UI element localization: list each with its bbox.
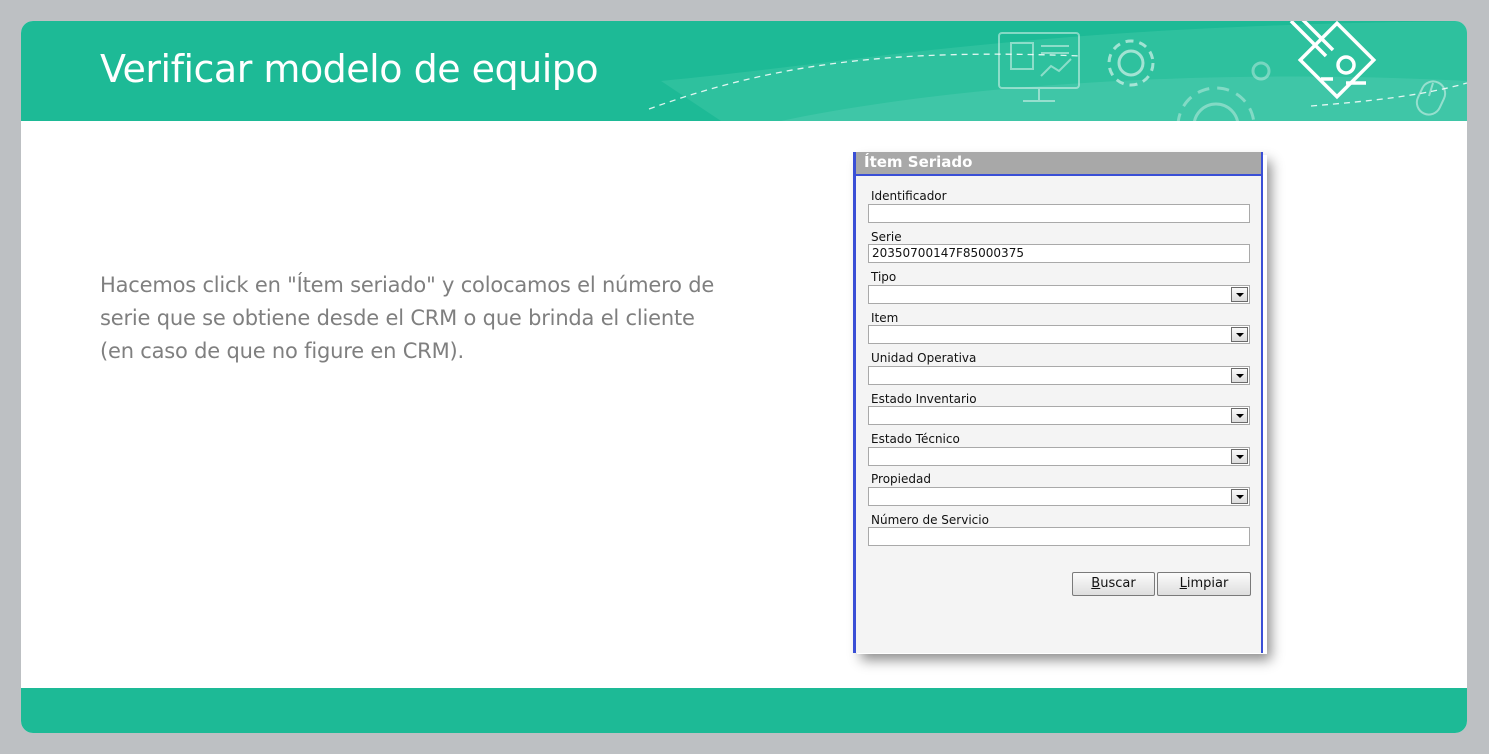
chevron-down-icon[interactable] xyxy=(1231,287,1248,302)
tipo-label: Tipo xyxy=(871,270,897,284)
unidad-operativa-select[interactable] xyxy=(868,366,1250,385)
estado-inventario-select[interactable] xyxy=(868,406,1250,425)
buscar-button[interactable]: Buscar xyxy=(1072,572,1155,596)
chevron-down-icon[interactable] xyxy=(1231,368,1248,383)
instruction-line: (en caso de que no figure en CRM). xyxy=(100,339,464,363)
estado-tecnico-label: Estado Técnico xyxy=(871,432,960,446)
unidad-operativa-label: Unidad Operativa xyxy=(871,351,977,365)
estado-inventario-label: Estado Inventario xyxy=(871,392,977,406)
limpiar-label: impiar xyxy=(1186,576,1229,591)
instruction-line: serie que se obtiene desde el CRM o que … xyxy=(100,306,695,330)
serie-label: Serie xyxy=(871,230,902,244)
propiedad-label: Propiedad xyxy=(871,472,931,486)
panel-title: Ítem Seriado xyxy=(864,153,973,171)
buscar-accesskey: B xyxy=(1091,576,1101,591)
identificador-input[interactable] xyxy=(868,204,1250,223)
slide: Verificar modelo de equipo Hacemos click… xyxy=(21,21,1467,733)
numero-servicio-input[interactable] xyxy=(868,527,1250,546)
instruction-text: Hacemos click en "Ítem seriado" y coloca… xyxy=(100,269,760,368)
footer-bar xyxy=(21,688,1467,733)
chevron-down-icon[interactable] xyxy=(1231,327,1248,342)
tipo-select[interactable] xyxy=(868,285,1250,304)
limpiar-accesskey: L xyxy=(1179,576,1187,591)
propiedad-select[interactable] xyxy=(868,487,1250,506)
item-seriado-panel: Ítem Seriado Identificador Serie 2035070… xyxy=(853,152,1263,653)
header-banner: Verificar modelo de equipo xyxy=(21,21,1467,121)
panel-header: Ítem Seriado xyxy=(856,152,1261,176)
numero-servicio-label: Número de Servicio xyxy=(871,513,989,527)
estado-tecnico-select[interactable] xyxy=(868,447,1250,466)
chevron-down-icon[interactable] xyxy=(1231,489,1248,504)
serie-input[interactable]: 20350700147F85000375 xyxy=(868,244,1250,263)
chevron-down-icon[interactable] xyxy=(1231,408,1248,423)
item-label: Item xyxy=(871,311,899,325)
instruction-line: Hacemos click en "Ítem seriado" y coloca… xyxy=(100,273,715,297)
chevron-down-icon[interactable] xyxy=(1231,449,1248,464)
item-select[interactable] xyxy=(868,325,1250,344)
limpiar-button[interactable]: Limpiar xyxy=(1157,572,1251,596)
identificador-label: Identificador xyxy=(871,189,947,203)
page-title: Verificar modelo de equipo xyxy=(100,47,599,91)
buscar-label: uscar xyxy=(1100,576,1136,591)
